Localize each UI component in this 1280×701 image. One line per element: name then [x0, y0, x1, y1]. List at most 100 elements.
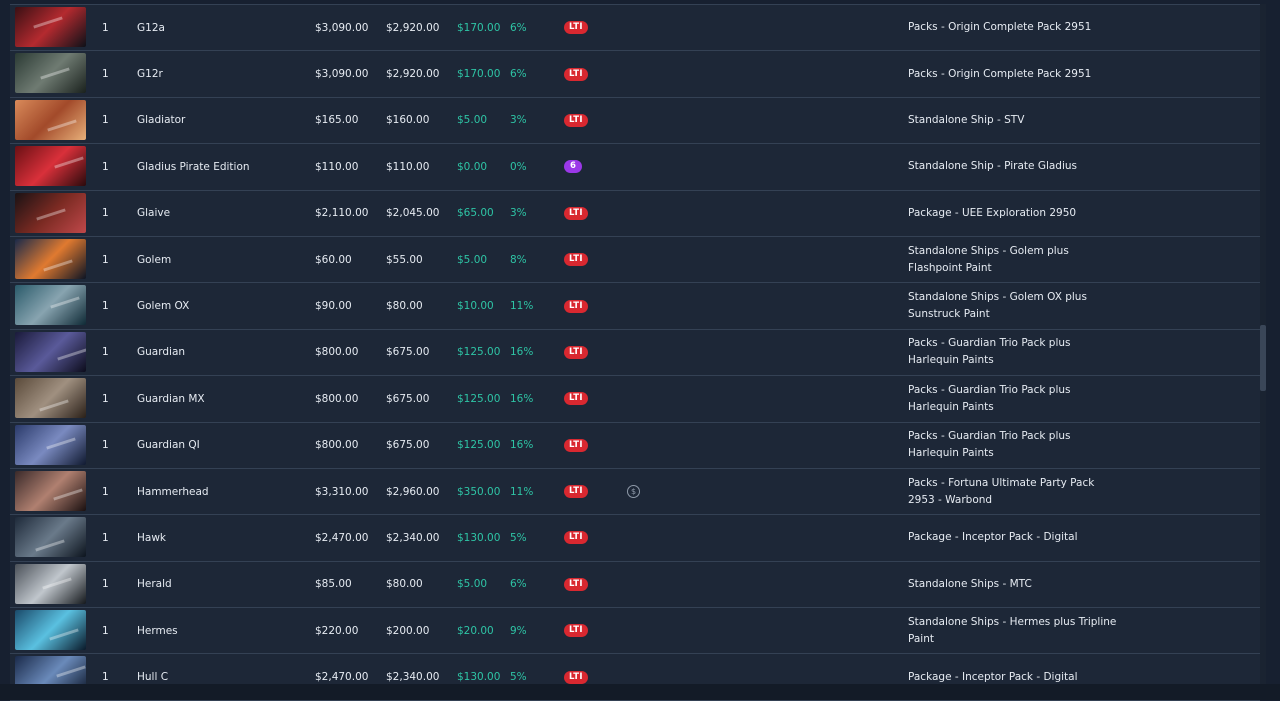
original-price-cell: $165.00: [315, 114, 359, 127]
quantity-cell: 1: [102, 21, 109, 34]
original-price-cell: $800.00: [315, 439, 359, 452]
quantity-cell: 1: [102, 624, 109, 637]
savings-cell: $65.00: [457, 207, 494, 220]
savings-cell: $125.00: [457, 439, 501, 452]
current-price-cell: $110.00: [386, 160, 430, 173]
ship-thumbnail: [15, 470, 86, 511]
savings-percent-cell: 16%: [510, 392, 534, 405]
ship-name-cell: Guardian: [137, 346, 186, 359]
source-cell: Standalone Ships - Hermes plus Tripline …: [908, 615, 1117, 645]
table-row[interactable]: 1 Guardian MX $800.00 $675.00 $125.00 16…: [10, 376, 1260, 423]
thumbnail-highlight: [56, 665, 86, 679]
original-price-cell: $3,090.00: [315, 21, 369, 34]
current-price-cell: $2,920.00: [386, 21, 440, 34]
insurance-cell: LTI: [564, 51, 588, 96]
source-cell: Packs - Guardian Trio Pack plus Harlequi…: [908, 430, 1071, 460]
current-price-cell: $2,920.00: [386, 68, 440, 81]
flag-cell: $: [627, 469, 640, 514]
savings-percent-cell: 3%: [510, 207, 527, 220]
insurance-cell: LTI: [564, 191, 588, 236]
table-row[interactable]: 1 Hammerhead $3,310.00 $2,960.00 $350.00…: [10, 468, 1260, 516]
insurance-badge: LTI: [564, 206, 588, 220]
insurance-cell: LTI: [564, 376, 588, 421]
ship-thumbnail: [15, 331, 86, 372]
table-row[interactable]: 1 Gladius Pirate Edition $110.00 $110.00…: [10, 144, 1260, 191]
thumbnail-highlight: [57, 348, 86, 361]
savings-percent-cell: 6%: [510, 578, 527, 591]
insurance-badge: LTI: [564, 624, 588, 638]
source-cell: Package - Inceptor Pack - Digital: [908, 531, 1078, 544]
source-cell: Packs - Origin Complete Pack 2951: [908, 67, 1092, 80]
original-price-cell: $3,090.00: [315, 68, 369, 81]
current-price-cell: $200.00: [386, 624, 430, 637]
ship-name-cell: Hawk: [137, 531, 166, 544]
quantity-cell: 1: [102, 300, 109, 313]
table-row[interactable]: 1 Guardian $800.00 $675.00 $125.00 16% L…: [10, 329, 1260, 377]
savings-percent-cell: 16%: [510, 346, 534, 359]
insurance-cell: LTI: [564, 423, 588, 468]
insurance-cell: LTI: [564, 283, 588, 328]
ship-name-cell: Gladius Pirate Edition: [137, 160, 250, 173]
ship-thumbnail: [15, 7, 86, 47]
table-row[interactable]: 1 Herald $85.00 $80.00 $5.00 6% LTI Stan…: [10, 561, 1260, 609]
table-row[interactable]: 1 Golem $60.00 $55.00 $5.00 8% LTI Stand…: [10, 236, 1260, 284]
table-row[interactable]: 1 G12a $3,090.00 $2,920.00 $170.00 6% LT…: [10, 5, 1260, 52]
quantity-cell: 1: [102, 346, 109, 359]
ship-thumbnail: [15, 53, 86, 94]
table-row[interactable]: 1 Hawk $2,470.00 $2,340.00 $130.00 5% LT…: [10, 515, 1260, 562]
thumbnail-highlight: [35, 539, 65, 552]
original-price-cell: $2,470.00: [315, 531, 369, 544]
ship-name-cell: Guardian MX: [137, 392, 205, 405]
savings-cell: $20.00: [457, 624, 494, 637]
scrollbar-thumb[interactable]: [1260, 325, 1266, 391]
savings-percent-cell: 11%: [510, 300, 534, 313]
current-price-cell: $55.00: [386, 253, 423, 266]
thumbnail-highlight: [46, 436, 76, 450]
ship-thumbnail: [15, 192, 86, 233]
original-price-cell: $220.00: [315, 624, 359, 637]
insurance-badge: 6: [564, 160, 582, 174]
insurance-badge: LTI: [564, 113, 588, 127]
thumbnail-highlight: [49, 628, 79, 641]
thumbnail-highlight: [40, 67, 70, 80]
savings-percent-cell: 11%: [510, 485, 534, 498]
insurance-badge: LTI: [564, 670, 588, 684]
original-price-cell: $800.00: [315, 346, 359, 359]
source-cell: Packs - Guardian Trio Pack plus Harlequi…: [908, 337, 1071, 367]
table-row[interactable]: 1 Glaive $2,110.00 $2,045.00 $65.00 3% L…: [10, 190, 1260, 237]
thumbnail-highlight: [43, 259, 73, 272]
table-row[interactable]: 1 Guardian QI $800.00 $675.00 $125.00 16…: [10, 422, 1260, 469]
table-row[interactable]: 1 Gladiator $165.00 $160.00 $5.00 3% LTI…: [10, 97, 1260, 145]
insurance-badge: LTI: [564, 392, 588, 406]
table-row[interactable]: 1 Golem OX $90.00 $80.00 $10.00 11% LTI …: [10, 283, 1260, 330]
table-row[interactable]: 1 G12r $3,090.00 $2,920.00 $170.00 6% LT…: [10, 51, 1260, 98]
thumbnail-highlight: [39, 399, 69, 412]
table-row[interactable]: 1 Hermes $220.00 $200.00 $20.00 9% LTI S…: [10, 608, 1260, 655]
ship-thumbnail: [15, 610, 86, 651]
savings-percent-cell: 16%: [510, 439, 534, 452]
insurance-cell: LTI: [564, 608, 588, 653]
ship-thumbnail: [15, 563, 86, 604]
ship-name-cell: Guardian QI: [137, 439, 200, 452]
quantity-cell: 1: [102, 68, 109, 81]
source-cell: Standalone Ships - MTC: [908, 577, 1032, 590]
savings-cell: $130.00: [457, 531, 501, 544]
thumbnail-highlight: [33, 16, 63, 29]
insurance-badge: LTI: [564, 438, 588, 452]
quantity-cell: 1: [102, 392, 109, 405]
source-cell: Standalone Ships - Golem plus Flashpoint…: [908, 244, 1069, 274]
ship-thumbnail: [15, 146, 86, 187]
savings-cell: $0.00: [457, 160, 488, 173]
source-cell: Packs - Fortuna Ultimate Party Pack 2953…: [908, 476, 1095, 506]
quantity-cell: 1: [102, 578, 109, 591]
insurance-cell: LTI: [564, 469, 588, 514]
savings-percent-cell: 0%: [510, 160, 527, 173]
ship-name-cell: Herald: [137, 578, 172, 591]
insurance-cell: LTI: [564, 515, 588, 560]
savings-percent-cell: 3%: [510, 114, 527, 127]
ship-thumbnail: [15, 378, 86, 419]
source-cell: Standalone Ships - Golem OX plus Sunstru…: [908, 291, 1087, 321]
insurance-badge: LTI: [564, 299, 588, 313]
savings-cell: $125.00: [457, 346, 501, 359]
original-price-cell: $85.00: [315, 578, 352, 591]
